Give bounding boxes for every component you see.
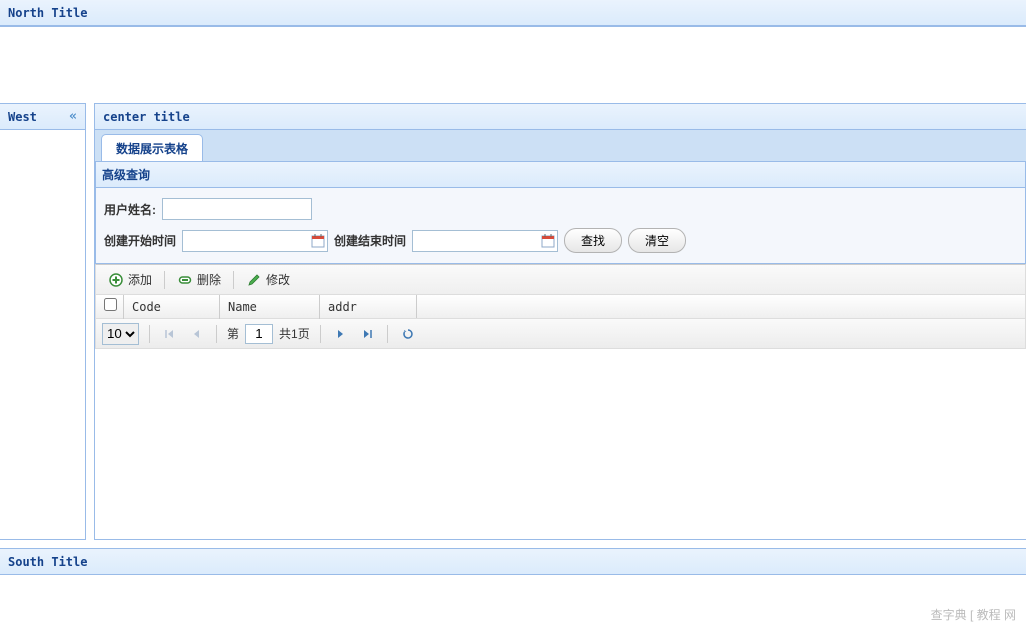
page-suffix: 共1页 (279, 325, 310, 342)
watermark: 查字典 [ 教程 网 (931, 606, 1016, 623)
pencil-icon (246, 272, 262, 288)
add-label: 添加 (128, 271, 152, 288)
first-page-icon[interactable] (160, 324, 180, 344)
prev-page-icon[interactable] (186, 324, 206, 344)
toolbar-separator (164, 271, 165, 289)
end-date-label: 创建结束时间 (334, 232, 406, 249)
advanced-query-panel: 高级查询 用户姓名: 创建开始时间 创建结束时间 (95, 161, 1026, 264)
middle-region: West « center title 数据展示表格 高级查询 用户姓名: 创建… (0, 103, 1026, 540)
plus-icon (108, 272, 124, 288)
page-prefix: 第 (227, 325, 239, 342)
grid-checkbox-header[interactable] (96, 295, 124, 319)
center-title: center title (95, 104, 1026, 130)
calendar-icon[interactable] (309, 232, 327, 250)
grid-toolbar: 添加 删除 修改 (95, 264, 1026, 295)
delete-button[interactable]: 删除 (171, 269, 227, 290)
clear-button[interactable]: 清空 (628, 228, 686, 253)
username-input[interactable] (162, 198, 312, 220)
select-all-checkbox[interactable] (104, 298, 117, 311)
pager-separator (320, 325, 321, 343)
center-panel: center title 数据展示表格 高级查询 用户姓名: 创建开始时间 (94, 103, 1026, 540)
add-button[interactable]: 添加 (102, 269, 158, 290)
start-date-input[interactable] (183, 231, 309, 251)
north-panel: North Title (0, 0, 1026, 27)
col-addr[interactable]: addr (320, 295, 416, 319)
edit-button[interactable]: 修改 (240, 269, 296, 290)
west-panel: West « (0, 103, 86, 540)
last-page-icon[interactable] (357, 324, 377, 344)
minus-icon (177, 272, 193, 288)
pagination-bar: 10 第 共1页 (95, 319, 1026, 349)
delete-label: 删除 (197, 271, 221, 288)
page-number-input[interactable] (245, 324, 273, 344)
north-title: North Title (0, 0, 1026, 26)
search-button[interactable]: 查找 (564, 228, 622, 253)
advanced-query-title: 高级查询 (96, 162, 1025, 188)
page-size-select[interactable]: 10 (102, 323, 139, 345)
end-date-field[interactable] (412, 230, 558, 252)
col-name[interactable]: Name (220, 295, 320, 319)
col-code[interactable]: Code (124, 295, 220, 319)
collapse-west-icon[interactable]: « (69, 104, 77, 130)
pager-separator (387, 325, 388, 343)
end-date-input[interactable] (413, 231, 539, 251)
username-label: 用户姓名: (104, 201, 156, 218)
tab-data-grid[interactable]: 数据展示表格 (101, 134, 203, 162)
query-form: 用户姓名: 创建开始时间 创建结束时间 (96, 188, 1025, 263)
next-page-icon[interactable] (331, 324, 351, 344)
toolbar-separator (233, 271, 234, 289)
grid-header: Code Name addr (95, 295, 1026, 319)
west-title: West (8, 104, 37, 130)
refresh-icon[interactable] (398, 324, 418, 344)
edit-label: 修改 (266, 271, 290, 288)
pager-separator (216, 325, 217, 343)
west-header: West « (0, 104, 85, 130)
tabs-container: 数据展示表格 (95, 130, 1026, 162)
col-rest (416, 295, 1025, 318)
south-title: South Title (0, 549, 1026, 575)
pager-separator (149, 325, 150, 343)
start-date-label: 创建开始时间 (104, 232, 176, 249)
start-date-field[interactable] (182, 230, 328, 252)
south-panel: South Title (0, 548, 1026, 575)
calendar-icon[interactable] (539, 232, 557, 250)
